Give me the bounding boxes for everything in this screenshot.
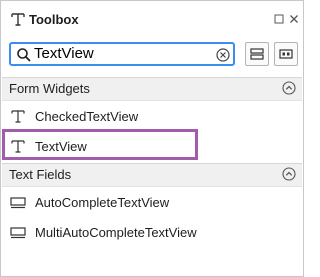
section-label: Form Widgets [9,81,90,96]
text-t-icon [11,110,25,123]
toolbox-panel: Toolbox TextView Form Widgets CheckedTex… [0,0,304,277]
section-header-form-widgets[interactable]: Form Widgets [2,77,302,101]
toolbox-titlebar: Toolbox [1,1,303,37]
item-label: AutoCompleteTextView [35,195,170,210]
item-label: MultiAutoCompleteTextView [35,225,197,240]
toolbox-title: Toolbox [29,12,79,27]
search-input[interactable] [34,44,204,64]
list-view-icon [250,48,264,60]
list-view-button[interactable] [245,42,269,66]
text-field-icon [10,197,26,209]
highlight-box [2,129,198,160]
maximize-icon [274,14,284,24]
clear-search-icon[interactable] [215,47,231,63]
list-item-autocompletetextview[interactable]: AutoCompleteTextView [2,187,302,217]
list-item-multiautocompletetextview[interactable]: MultiAutoCompleteTextView [2,217,302,247]
search-box[interactable] [9,42,235,66]
grid-view-icon [279,49,293,59]
section-header-text-fields[interactable]: Text Fields [2,163,302,187]
text-field-icon [10,227,26,239]
search-row [1,41,303,71]
list-item-checkedtextview[interactable]: CheckedTextView [2,101,302,131]
close-icon [290,15,298,23]
collapse-icon[interactable] [282,81,296,95]
collapse-icon[interactable] [282,167,296,181]
maximize-button[interactable] [273,13,285,25]
grid-view-button[interactable] [274,42,298,66]
section-label: Text Fields [9,167,72,182]
toolbox-text-icon [11,13,25,26]
close-button[interactable] [288,13,300,25]
search-icon [17,48,31,62]
item-label: CheckedTextView [35,109,139,124]
